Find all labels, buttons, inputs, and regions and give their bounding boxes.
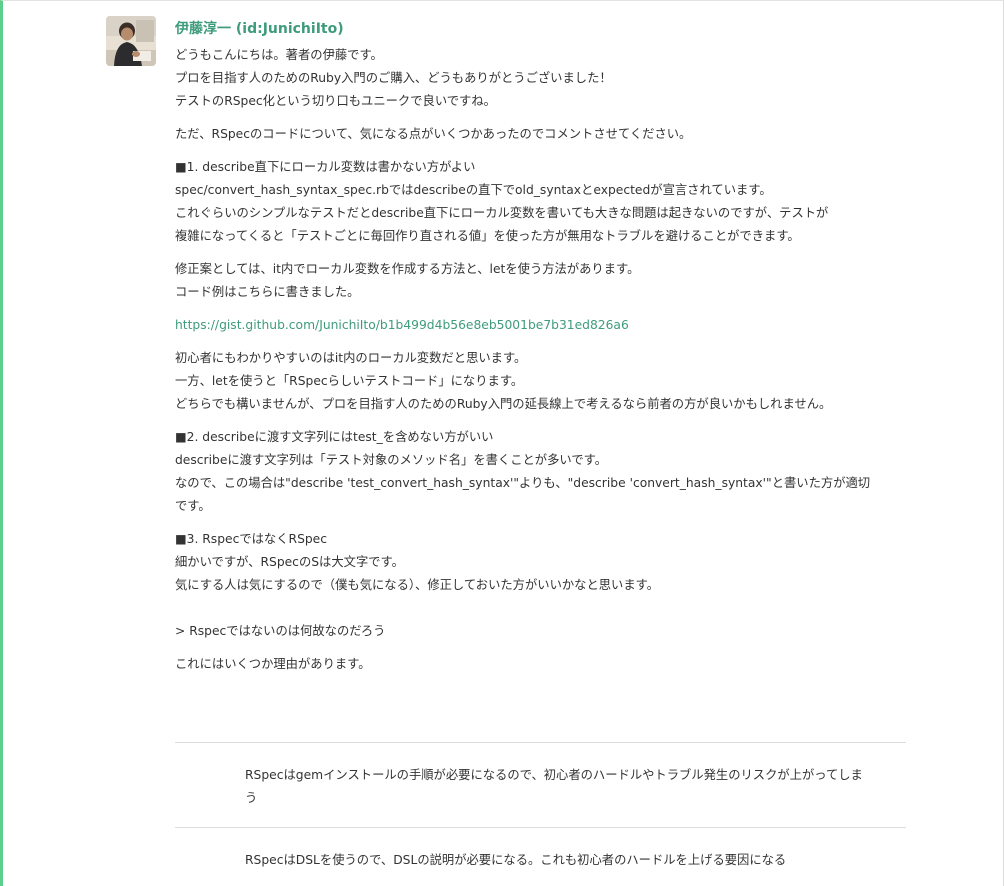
gist-link[interactable]: https://gist.github.com/JunichiIto/b1b49… <box>175 314 915 337</box>
text-line: 気にする人は気にするので（僕も気になる）、修正しておいた方がいいかなと思います。 <box>175 578 660 592</box>
user-avatar-photo-icon <box>106 16 156 66</box>
text-line: です。 <box>175 499 211 513</box>
user-avatar[interactable] <box>106 16 156 66</box>
text-line: ただ、RSpecのコードについて、気になる点がいくつかあったのでコメントさせてく… <box>175 127 692 141</box>
comment-body: 伊藤淳一 (id:JunichiIto) どうもこんにちは。著者の伊藤です。 プ… <box>175 17 915 686</box>
text-line: 修正案としては、it内でローカル変数を作成する方法と、letを使う方法があります… <box>175 262 640 276</box>
section-heading: ■1. describe直下にローカル変数は書かない方がよい <box>175 160 476 174</box>
text-line: どうもこんにちは。著者の伊藤です。 <box>175 48 383 62</box>
quoted-question: > Rspecではないのは何故なのだろう <box>175 624 386 638</box>
paragraph-point-3: ■3. RspecではなくRSpec 細かいですが、RSpecのSは大文字です。… <box>175 528 915 597</box>
paragraph-greeting: どうもこんにちは。著者の伊藤です。 プロを目指す人のためのRuby入門のご購入、… <box>175 44 915 113</box>
text-line: 初心者にもわかりやすいのはit内のローカル変数だと思います。 <box>175 351 527 365</box>
text-line: 細かいですが、RSpecのSは大文字です。 <box>175 555 404 569</box>
text-line: これにはいくつか理由があります。 <box>175 657 371 671</box>
blockquote-reason-2: RSpecはDSLを使うので、DSLの説明が必要になる。これも初心者のハードルを… <box>175 827 906 872</box>
paragraph-quoted-question: > Rspecではないのは何故なのだろう <box>175 620 915 643</box>
quote-text: RSpecはDSLを使うので、DSLの説明が必要になる。これも初心者のハードルを… <box>245 853 787 867</box>
paragraph-point-2: ■2. describeに渡す文字列にはtest_を含めない方がいい descr… <box>175 426 915 518</box>
paragraph-reasons-intro: これにはいくつか理由があります。 <box>175 653 915 676</box>
text-line: spec/convert_hash_syntax_spec.rbではdescri… <box>175 183 772 197</box>
paragraph-intro: ただ、RSpecのコードについて、気になる点がいくつかあったのでコメントさせてく… <box>175 123 915 146</box>
section-heading: ■3. RspecではなくRSpec <box>175 532 328 546</box>
text-line: どちらでも構いませんが、プロを目指す人のためのRuby入門の延長線上で考えるなら… <box>175 397 832 411</box>
comment-panel: 伊藤淳一 (id:JunichiIto) どうもこんにちは。著者の伊藤です。 プ… <box>0 0 1004 886</box>
paragraph-recommendation: 初心者にもわかりやすいのはit内のローカル変数だと思います。 一方、letを使う… <box>175 347 915 416</box>
blockquote-reason-1: RSpecはgemインストールの手順が必要になるので、初心者のハードルやトラブル… <box>175 742 906 810</box>
paragraph-gist-link: https://gist.github.com/JunichiIto/b1b49… <box>175 314 915 337</box>
text-line: プロを目指す人のためのRuby入門のご購入、どうもありがとうございました！ <box>175 71 612 85</box>
text-line: describeに渡す文字列は「テスト対象のメソッド名」を書くことが多いです。 <box>175 453 607 467</box>
text-line: 複雑になってくると「テストごとに毎回作り直される値」を使った方が無用なトラブルを… <box>175 229 800 243</box>
author-link[interactable]: 伊藤淳一 (id:JunichiIto) <box>175 17 344 41</box>
paragraph-fix-proposal: 修正案としては、it内でローカル変数を作成する方法と、letを使う方法があります… <box>175 258 915 304</box>
quote-text: RSpecはgemインストールの手順が必要になるので、初心者のハードルやトラブル… <box>245 768 863 805</box>
text-line: 一方、letを使うと「RSpecらしいテストコード」になります。 <box>175 374 524 388</box>
text-line: テストのRSpec化という切り口もユニークで良いですね。 <box>175 94 496 108</box>
text-line: なので、この場合は"describe 'test_convert_hash_sy… <box>175 476 871 490</box>
section-heading: ■2. describeに渡す文字列にはtest_を含めない方がいい <box>175 430 494 444</box>
text-line: コード例はこちらに書きました。 <box>175 285 360 299</box>
text-line: これぐらいのシンプルなテストだとdescribe直下にローカル変数を書いても大き… <box>175 206 829 220</box>
paragraph-point-1: ■1. describe直下にローカル変数は書かない方がよい spec/conv… <box>175 156 915 248</box>
